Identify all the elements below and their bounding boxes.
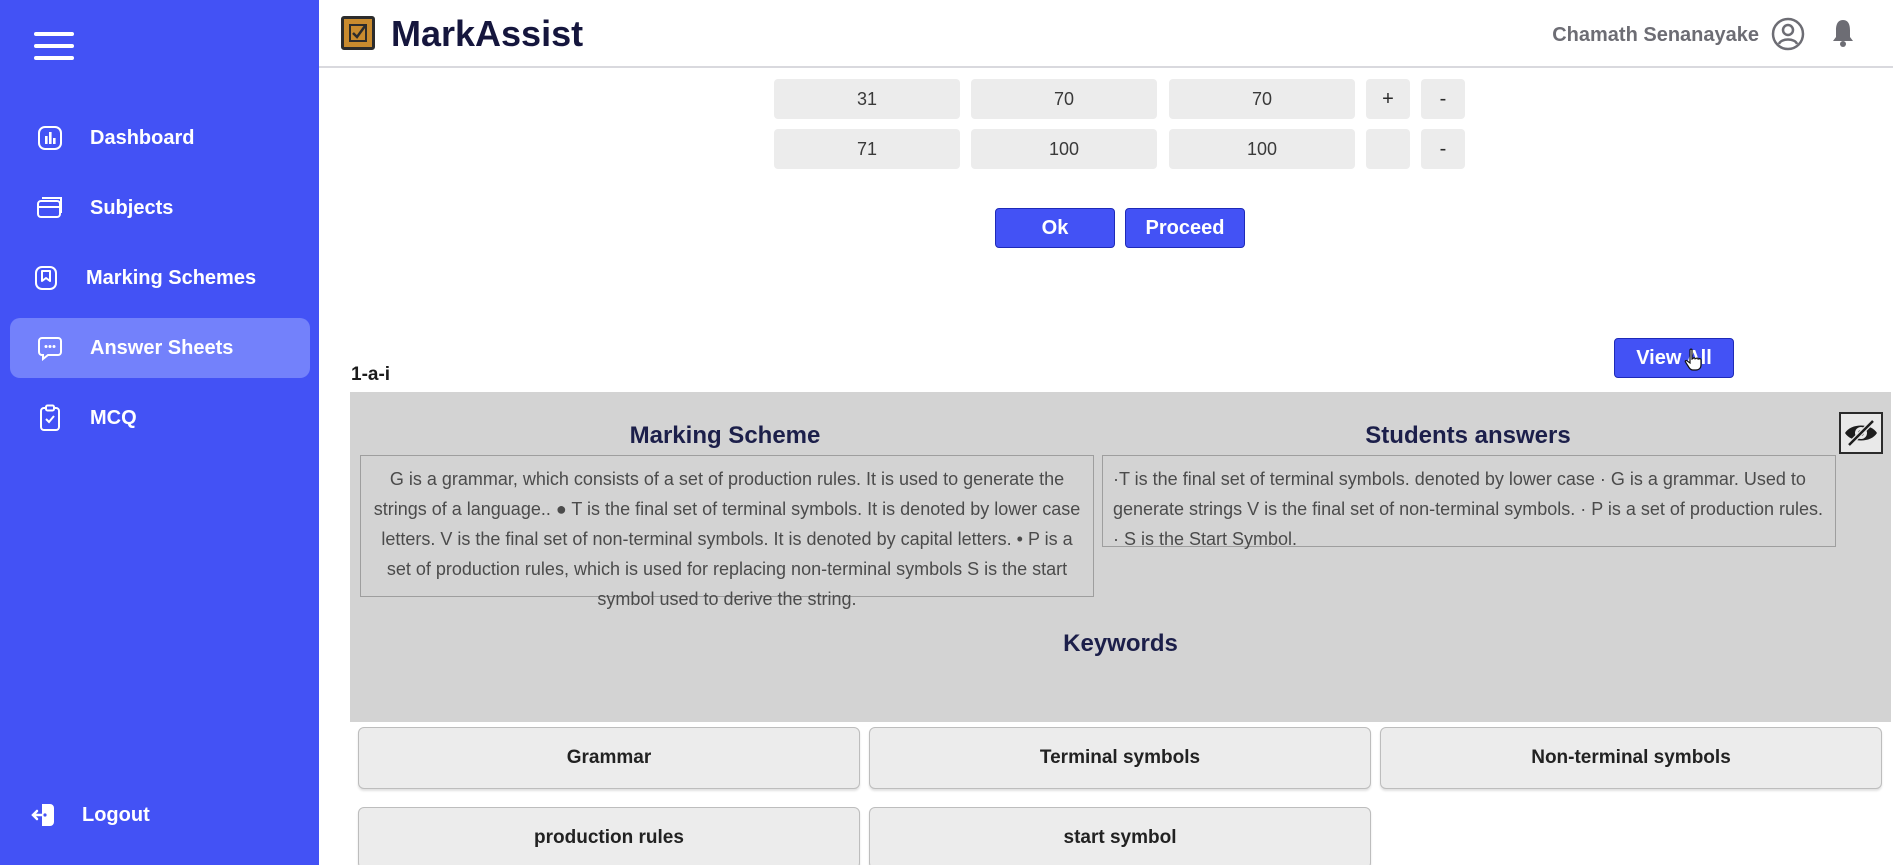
- view-all-button[interactable]: View All: [1614, 338, 1734, 378]
- keyword-chip[interactable]: production rules: [358, 807, 860, 865]
- logout-label: Logout: [82, 803, 150, 826]
- bookmark-icon: [32, 264, 60, 292]
- hand-cursor-icon: [1684, 348, 1702, 372]
- add-range-button[interactable]: [1366, 129, 1410, 169]
- sidebar-item-label: Marking Schemes: [86, 266, 257, 289]
- sidebar-item-marking-schemes[interactable]: Marking Schemes: [10, 248, 310, 308]
- range-from-input[interactable]: 71: [774, 129, 960, 169]
- add-range-button[interactable]: +: [1366, 79, 1410, 119]
- markassist-logo: [341, 16, 375, 50]
- marking-scheme-title: Marking Scheme: [629, 422, 821, 449]
- student-answer-text: ·T is the final set of terminal symbols.…: [1102, 455, 1836, 549]
- remove-range-button[interactable]: -: [1421, 129, 1465, 169]
- question-id-label: 1-a-i: [351, 364, 391, 385]
- logout-button[interactable]: Logout: [10, 785, 310, 845]
- logout-icon: [30, 801, 58, 829]
- top-bar: MarkAssist Chamath Senanayake: [319, 0, 1893, 68]
- chat-bubble-icon: [36, 334, 64, 362]
- app-root: Dashboard Subjects Marking Schemes Answe…: [0, 0, 1893, 865]
- keywords-list: Grammar Terminal symbols Non-terminal sy…: [350, 722, 1891, 865]
- sidebar-item-label: Dashboard: [90, 126, 195, 149]
- ok-button[interactable]: Ok: [995, 208, 1115, 248]
- app-title: MarkAssist: [391, 13, 584, 54]
- range-from-input[interactable]: 31: [774, 79, 960, 119]
- sidebar-item-subjects[interactable]: Subjects: [10, 178, 310, 238]
- clipboard-icon: [36, 404, 64, 432]
- menu-icon[interactable]: [34, 30, 74, 62]
- sidebar-item-label: MCQ: [90, 406, 137, 429]
- user-avatar-icon[interactable]: [1771, 17, 1805, 51]
- hide-eye-icon[interactable]: [1839, 412, 1883, 454]
- subjects-card-icon: [36, 194, 64, 222]
- keyword-chip[interactable]: start symbol: [869, 807, 1371, 865]
- sidebar-item-answer-sheets[interactable]: Answer Sheets: [10, 318, 310, 378]
- sidebar-item-label: Answer Sheets: [90, 336, 234, 359]
- bell-icon[interactable]: [1831, 18, 1855, 48]
- students-answers-title: Students answers: [1365, 422, 1571, 449]
- keyword-chip[interactable]: Non-terminal symbols: [1380, 727, 1882, 789]
- user-name: Chamath Senanayake: [1552, 24, 1759, 46]
- sidebar-item-label: Subjects: [90, 196, 174, 219]
- range-value-input[interactable]: 100: [1169, 129, 1355, 169]
- proceed-button[interactable]: Proceed: [1125, 208, 1245, 248]
- keyword-chip[interactable]: Terminal symbols: [869, 727, 1371, 789]
- dashboard-chart-icon: [36, 124, 64, 152]
- marking-scheme-text: G is a grammar, which consists of a set …: [360, 455, 1094, 609]
- range-value-input[interactable]: 70: [1169, 79, 1355, 119]
- sidebar-item-mcq[interactable]: MCQ: [10, 388, 310, 448]
- keywords-title: Keywords: [1063, 630, 1178, 657]
- range-to-input[interactable]: 100: [971, 129, 1157, 169]
- main-content: 31 70 70 + - 71 100 100 - Ok Proceed Vie…: [319, 68, 1893, 865]
- remove-range-button[interactable]: -: [1421, 79, 1465, 119]
- sidebar-item-dashboard[interactable]: Dashboard: [10, 108, 310, 168]
- keyword-chip[interactable]: Grammar: [358, 727, 860, 789]
- sidebar: Dashboard Subjects Marking Schemes Answe…: [0, 0, 319, 865]
- range-to-input[interactable]: 70: [971, 79, 1157, 119]
